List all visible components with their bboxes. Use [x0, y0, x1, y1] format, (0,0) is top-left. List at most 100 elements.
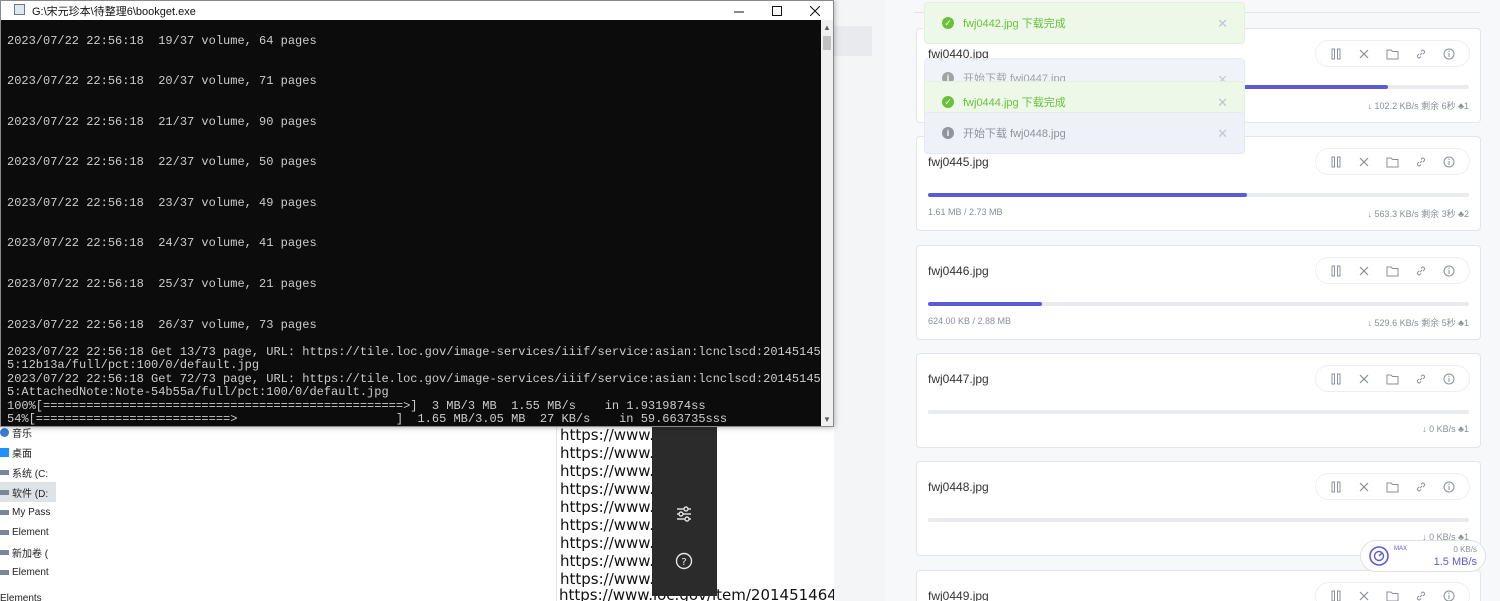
url-line[interactable]: https://www.lo [560, 534, 656, 552]
folder-icon [1386, 157, 1399, 167]
help-icon: ? [675, 552, 693, 570]
info-icon [1443, 481, 1455, 492]
pause-button[interactable] [1328, 588, 1344, 601]
cancel-button[interactable] [1356, 371, 1372, 387]
url-line[interactable]: https://www.lo [560, 552, 656, 570]
copy-link-button[interactable] [1413, 154, 1429, 170]
link-icon [1416, 482, 1425, 491]
link-icon [1416, 49, 1425, 58]
folder-icon [1386, 482, 1399, 492]
download-card[interactable]: fwj0446.jpg 624.00 KB / 2.88 MB ↓ 529.6 … [916, 245, 1481, 340]
download-card[interactable]: fwj0447.jpg ↓ 0 KB/s ♣1 [916, 353, 1481, 448]
open-folder-button[interactable] [1384, 154, 1400, 170]
scroll-thumb[interactable] [823, 36, 831, 50]
download-progress-fill [928, 193, 1247, 197]
explorer-item-label: 桌面 [12, 448, 32, 460]
desktop-icon [0, 447, 9, 457]
close-icon [1359, 591, 1369, 600]
minimize-button[interactable] [719, 1, 759, 20]
speed-limit-widget[interactable]: MAX 0 KB/s 1.5 MB/s [1360, 540, 1486, 572]
info-button[interactable] [1441, 46, 1457, 62]
help-button[interactable]: ? [672, 549, 696, 573]
speedometer-icon [1369, 546, 1389, 566]
scroll-up-icon[interactable]: ▲ [821, 20, 833, 34]
explorer-item-desktop[interactable]: 桌面 [0, 442, 56, 462]
explorer-item-elements[interactable]: Elements [0, 588, 56, 601]
open-folder-button[interactable] [1384, 479, 1400, 495]
pause-button[interactable] [1328, 46, 1344, 62]
check-circle-icon: ✓ [942, 96, 954, 108]
url-line[interactable]: https://www.lo [560, 444, 656, 462]
console-line: 2023/07/22 22:56:18 24/37 volume, 41 pag… [7, 236, 317, 250]
link-icon [1416, 266, 1425, 275]
toast-close-icon[interactable]: ✕ [1217, 16, 1228, 32]
download-filename: fwj0447.jpg [928, 372, 989, 386]
download-filename: fwj0446.jpg [928, 264, 989, 278]
drive-icon [0, 509, 9, 515]
url-line[interactable]: https://www.lo [560, 426, 656, 444]
explorer-item-drive-c[interactable]: 系统 (C: [0, 462, 56, 482]
url-line[interactable]: https://www.lo [560, 516, 656, 534]
open-folder-button[interactable] [1384, 371, 1400, 387]
copy-link-button[interactable] [1413, 263, 1429, 279]
cancel-button[interactable] [1356, 479, 1372, 495]
explorer-item-mypass[interactable]: My Pass [0, 502, 56, 522]
cancel-button[interactable] [1356, 46, 1372, 62]
info-button[interactable] [1441, 154, 1457, 170]
console-output[interactable]: 2023/07/22 22:56:18 19/37 volume, 64 pag… [1, 20, 821, 426]
drive-icon [0, 469, 9, 475]
console-scrollbar[interactable]: ▲ ▼ [821, 20, 833, 426]
folder-icon [1386, 49, 1399, 59]
toast-success: ✓ fwj0442.jpg 下载完成 ✕ [924, 2, 1245, 44]
app-sidebar [834, 0, 886, 601]
link-icon [1416, 591, 1425, 600]
download-actions [1315, 473, 1470, 500]
cancel-button[interactable] [1356, 154, 1372, 170]
title-bar[interactable]: G:\宋元珍本\待整理6\bookget.exe [1, 1, 833, 20]
console-app-icon [14, 4, 25, 15]
pause-button[interactable] [1328, 154, 1344, 170]
cancel-button[interactable] [1356, 263, 1372, 279]
download-card[interactable]: fwj0449.jpg [916, 570, 1481, 601]
pause-button[interactable] [1328, 263, 1344, 279]
toast-close-icon[interactable]: ✕ [1217, 95, 1228, 111]
url-line[interactable]: https://www.lo [560, 480, 656, 498]
explorer-item-new-volume[interactable]: 新加卷 ( [0, 542, 56, 562]
info-button[interactable] [1441, 371, 1457, 387]
maximize-button[interactable] [757, 1, 797, 20]
settings-sliders-button[interactable] [672, 502, 696, 526]
explorer-item-drive-d[interactable]: 软件 (D: [0, 482, 56, 502]
explorer-sidebar: 音乐 桌面 系统 (C: 软件 (D: My Pass Element 新加卷 … [0, 420, 56, 601]
explorer-item-label: 新加卷 ( [12, 548, 49, 560]
info-icon [1443, 48, 1455, 59]
app-sidebar-active-item[interactable] [834, 26, 872, 56]
toast-close-icon[interactable]: ✕ [1217, 126, 1228, 142]
copy-link-button[interactable] [1413, 371, 1429, 387]
cancel-button[interactable] [1356, 588, 1372, 601]
pause-icon [1331, 156, 1341, 167]
info-button[interactable] [1441, 479, 1457, 495]
pause-icon [1331, 48, 1341, 59]
pause-button[interactable] [1328, 479, 1344, 495]
console-log-line: 2023/07/22 22:56:18 Get 72/73 page, URL:… [7, 372, 821, 386]
pause-icon [1331, 481, 1341, 492]
download-progress-track [928, 302, 1469, 306]
copy-link-button[interactable] [1413, 46, 1429, 62]
explorer-item-element[interactable]: Element [0, 522, 56, 542]
open-folder-button[interactable] [1384, 263, 1400, 279]
open-folder-button[interactable] [1384, 588, 1400, 601]
close-icon [810, 5, 820, 16]
info-button[interactable] [1441, 263, 1457, 279]
copy-link-button[interactable] [1413, 588, 1429, 601]
close-button[interactable] [795, 1, 835, 20]
scroll-down-icon[interactable]: ▼ [821, 412, 833, 426]
info-button[interactable] [1441, 588, 1457, 601]
url-line[interactable]: https://www.lo [560, 462, 656, 480]
pause-button[interactable] [1328, 371, 1344, 387]
copy-link-button[interactable] [1413, 479, 1429, 495]
download-stats: ↓ 102.2 KB/s 剩余 6秒 ♣1 [1367, 101, 1469, 111]
url-line[interactable]: https://www.lo [560, 498, 656, 516]
explorer-item-element-2[interactable]: Element [0, 562, 56, 582]
open-folder-button[interactable] [1384, 46, 1400, 62]
close-icon [1359, 157, 1369, 166]
